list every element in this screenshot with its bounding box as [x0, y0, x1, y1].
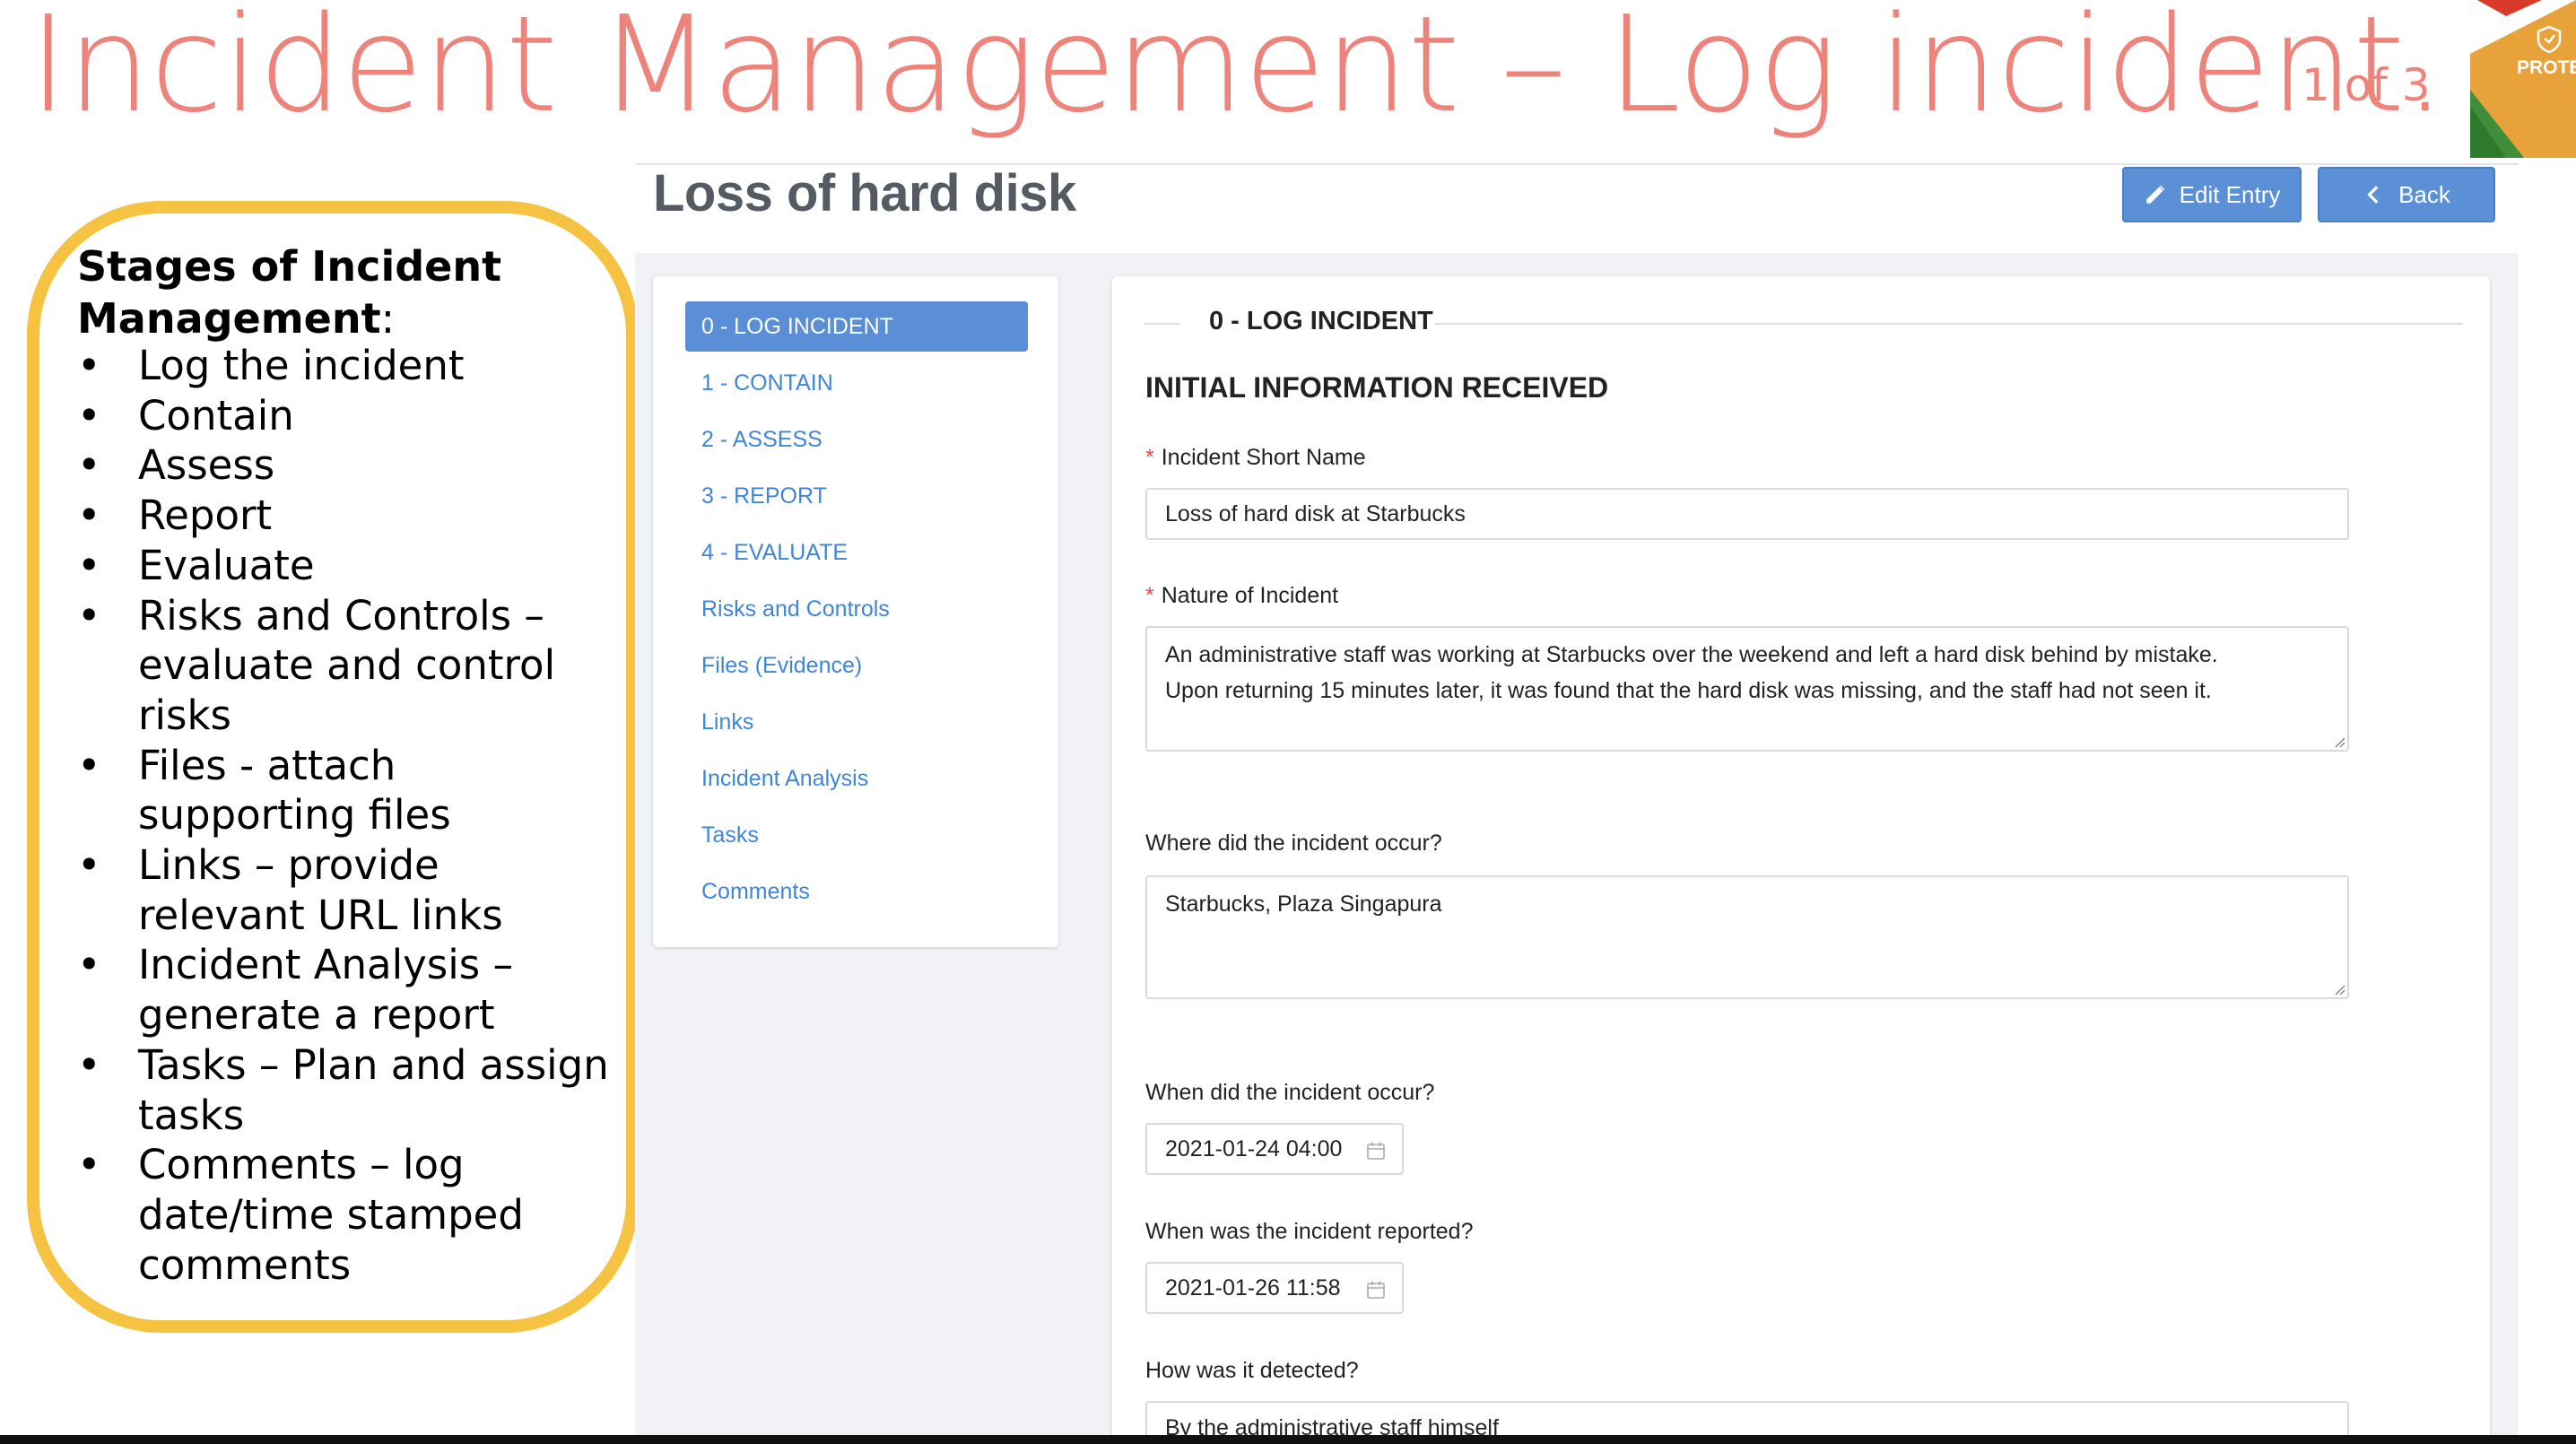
list-item-text: Tasks – Plan and assign tasks: [138, 1040, 609, 1139]
edit-entry-label: Edit Entry: [2179, 180, 2281, 208]
location-textarea[interactable]: Starbucks, Plaza Singapura: [1145, 875, 2349, 999]
back-button[interactable]: Back: [2318, 167, 2495, 222]
list-item-text: Incident Analysis – generate a report: [138, 941, 513, 1040]
nav-item-contain[interactable]: 1 - CONTAIN: [685, 358, 1028, 408]
reported-date-value: 2021-01-26 11:58: [1165, 1274, 1341, 1300]
list-item: • Assess: [77, 440, 615, 491]
calendar-icon[interactable]: [1366, 1280, 1386, 1300]
bullet: •: [77, 491, 101, 540]
list-item: • Report: [77, 491, 615, 541]
nav-item-report[interactable]: 3 - REPORT: [685, 471, 1028, 521]
pencil-icon: [2145, 185, 2164, 204]
short-name-input[interactable]: Loss of hard disk at Starbucks: [1145, 488, 2349, 540]
nav-item-links[interactable]: Links: [685, 697, 1028, 747]
bullet: •: [77, 441, 101, 490]
protect-badge-graphic: [2470, 0, 2576, 158]
bullet: •: [77, 1141, 101, 1189]
nature-label: * Nature of Incident: [1145, 583, 1338, 609]
reported-label: When was the incident reported?: [1145, 1219, 1474, 1244]
list-item-text: Evaluate: [138, 541, 315, 589]
bullet: •: [77, 941, 101, 989]
list-item: • Risks and Controls – evaluate and contr…: [77, 591, 615, 741]
list-item: • Evaluate: [77, 541, 615, 591]
short-name-label-text: Incident Short Name: [1161, 445, 1366, 470]
legend-divider-left: [1144, 323, 1180, 325]
occurred-date-value: 2021-01-24 04:00: [1165, 1135, 1343, 1161]
nav-item-assess[interactable]: 2 - ASSESS: [685, 414, 1028, 465]
list-item-text: Comments – log date/time stamped comment…: [138, 1141, 524, 1289]
bullet: •: [77, 1040, 101, 1089]
list-item-text: Report: [138, 491, 273, 540]
nav-item-log-incident[interactable]: 0 - LOG INCIDENT: [685, 301, 1028, 352]
page-counter: 1 of 3: [2302, 59, 2431, 111]
resize-grip-icon[interactable]: [2333, 735, 2345, 748]
occurred-date-input[interactable]: 2021-01-24 04:00: [1145, 1123, 1404, 1175]
stages-list: • Log the incident • Contain • Assess • Repo…: [77, 341, 615, 1290]
stages-heading-text: Stages of Incident Management: [77, 242, 502, 343]
list-item-text: Contain: [138, 391, 294, 439]
list-item: • Incident Analysis – generate a report: [77, 940, 615, 1040]
form-legend: 0 - LOG INCIDENT: [1209, 307, 1433, 335]
list-item: • Files - attach supporting files: [77, 741, 615, 840]
chevron-left-icon: [2367, 186, 2379, 204]
list-item: • Contain: [77, 391, 615, 441]
list-item-text: Risks and Controls – evaluate and contro…: [138, 591, 556, 739]
stages-heading: Stages of Incident Management:: [77, 240, 615, 344]
short-name-label: * Incident Short Name: [1145, 445, 1366, 471]
edit-entry-button[interactable]: Edit Entry: [2122, 167, 2302, 222]
legend-divider-right: [1435, 323, 2463, 325]
list-item: • Log the incident: [77, 341, 615, 391]
bullet: •: [77, 391, 101, 439]
section-title: INITIAL INFORMATION RECEIVED: [1145, 371, 1609, 404]
bullet: •: [77, 342, 101, 389]
bullet: •: [77, 741, 101, 789]
nav-item-risks-controls[interactable]: Risks and Controls: [685, 584, 1028, 634]
protect-badge: PROTECT: [2470, 0, 2576, 158]
nav-item-incident-analysis[interactable]: Incident Analysis: [685, 753, 1028, 804]
list-item: • Comments – log date/time stamped commen…: [77, 1140, 615, 1290]
reported-date-input[interactable]: 2021-01-26 11:58: [1145, 1262, 1404, 1314]
detected-label: How was it detected?: [1145, 1358, 1359, 1383]
nature-line-2: Upon returning 15 minutes later, it was …: [1165, 678, 2212, 703]
nav-item-comments[interactable]: Comments: [685, 866, 1028, 917]
nature-label-text: Nature of Incident: [1161, 583, 1339, 608]
bullet: •: [77, 541, 101, 589]
nature-line-1: An administrative staff was working at S…: [1165, 642, 2218, 667]
slide-title: Incident Management – Log incident.: [29, 0, 2446, 142]
list-item-text: Assess: [138, 441, 275, 490]
nav-item-tasks[interactable]: Tasks: [685, 810, 1028, 860]
calendar-icon[interactable]: [1366, 1141, 1386, 1161]
required-mark: *: [1145, 445, 1154, 470]
nav-item-files[interactable]: Files (Evidence): [685, 640, 1028, 691]
back-label: Back: [2398, 180, 2450, 208]
bullet: •: [77, 591, 101, 639]
stages-heading-colon: :: [380, 294, 396, 343]
list-item-text: Files - attach supporting files: [138, 741, 451, 839]
location-value: Starbucks, Plaza Singapura: [1165, 892, 1442, 917]
page-title: Loss of hard disk: [653, 164, 1076, 222]
list-item: • Tasks – Plan and assign tasks: [77, 1040, 615, 1140]
nav-item-evaluate[interactable]: 4 - EVALUATE: [685, 527, 1028, 578]
bullet: •: [77, 841, 101, 890]
nature-textarea[interactable]: An administrative staff was working at S…: [1145, 626, 2349, 752]
list-item-text: Log the incident: [138, 342, 465, 389]
resize-grip-icon[interactable]: [2333, 983, 2345, 996]
occurred-label: When did the incident occur?: [1145, 1080, 1435, 1105]
bottom-bar: [0, 1435, 2576, 1444]
required-mark: *: [1145, 583, 1154, 608]
list-item-text: Links – provide relevant URL links: [138, 841, 503, 939]
shield-icon: [2537, 25, 2562, 54]
detected-input[interactable]: By the administrative staff himself: [1145, 1401, 2349, 1437]
section-nav: 0 - LOG INCIDENT 1 - CONTAIN 2 - ASSESS …: [653, 276, 1058, 947]
location-label: Where did the incident occur?: [1145, 831, 1442, 856]
badge-text: PROTECT: [2517, 57, 2576, 78]
list-item: • Links – provide relevant URL links: [77, 840, 615, 940]
